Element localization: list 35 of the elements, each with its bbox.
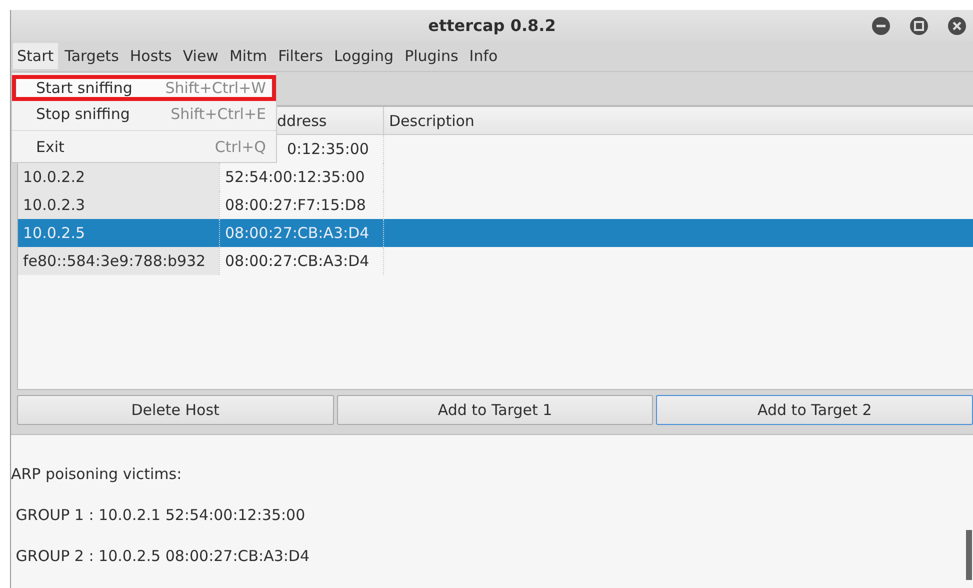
menu-entry[interactable]: Exit Ctrl+Q <box>12 134 276 160</box>
log-line: ARP poisoning victims: <box>11 465 183 485</box>
menu-item[interactable]: Logging <box>330 43 398 70</box>
table-cell: fe80::584:3e9:788:b932 <box>23 252 206 270</box>
menu-entry[interactable]: Start sniffing Shift+Ctrl+W <box>12 75 276 101</box>
close-icon[interactable] <box>947 16 967 36</box>
table-cell: 52:54:00:12:35:00 <box>225 168 365 186</box>
log-line: GROUP 2 : 10.0.2.5 08:00:27:CB:A3:D4 <box>14 547 311 567</box>
menu-item[interactable]: Mitm <box>225 43 272 70</box>
window-title: ettercap 0.8.2 <box>428 16 556 36</box>
table-cell: 08:00:27:CB:A3:D4 <box>225 224 370 242</box>
menu-item[interactable]: Start <box>13 43 58 70</box>
menu-item[interactable]: Hosts <box>126 43 176 70</box>
minimize-icon[interactable] <box>871 16 891 36</box>
menu-item[interactable]: Filters <box>274 43 328 70</box>
menu-item[interactable]: View <box>178 43 222 70</box>
action-button[interactable]: Add to Target 1 <box>336 395 654 426</box>
menu-item[interactable]: Targets <box>60 43 123 70</box>
log-line: GROUP 1 : 10.0.2.1 52:54:00:12:35:00 <box>14 506 306 526</box>
column-header[interactable]: ddress <box>277 112 327 130</box>
menu-entry[interactable]: Stop sniffing Shift+Ctrl+E <box>12 101 276 127</box>
column-header[interactable]: Description <box>389 112 474 130</box>
menu-item[interactable]: Info <box>465 43 502 70</box>
table-row[interactable]: 10.0.2.2 52:54:00:12:35:00 <box>18 163 973 192</box>
table-cell: 10.0.2.5 <box>23 224 86 242</box>
table-row[interactable]: fe80::584:3e9:788:b932 08:00:27:CB:A3:D4 <box>18 247 973 276</box>
action-button[interactable]: Add to Target 2 <box>656 395 973 426</box>
table-cell: 10.0.2.3 <box>23 196 86 214</box>
maximize-icon[interactable] <box>909 16 929 36</box>
table-cell: 10.0.2.2 <box>23 168 86 186</box>
table-cell: 08:00:27:CB:A3:D4 <box>225 252 370 270</box>
menu-item[interactable]: Plugins <box>400 43 462 70</box>
table-cell: 0:12:35:00 <box>287 140 369 158</box>
action-button[interactable]: Delete Host <box>17 395 334 426</box>
table-cell: 08:00:27:F7:15:D8 <box>225 196 366 214</box>
